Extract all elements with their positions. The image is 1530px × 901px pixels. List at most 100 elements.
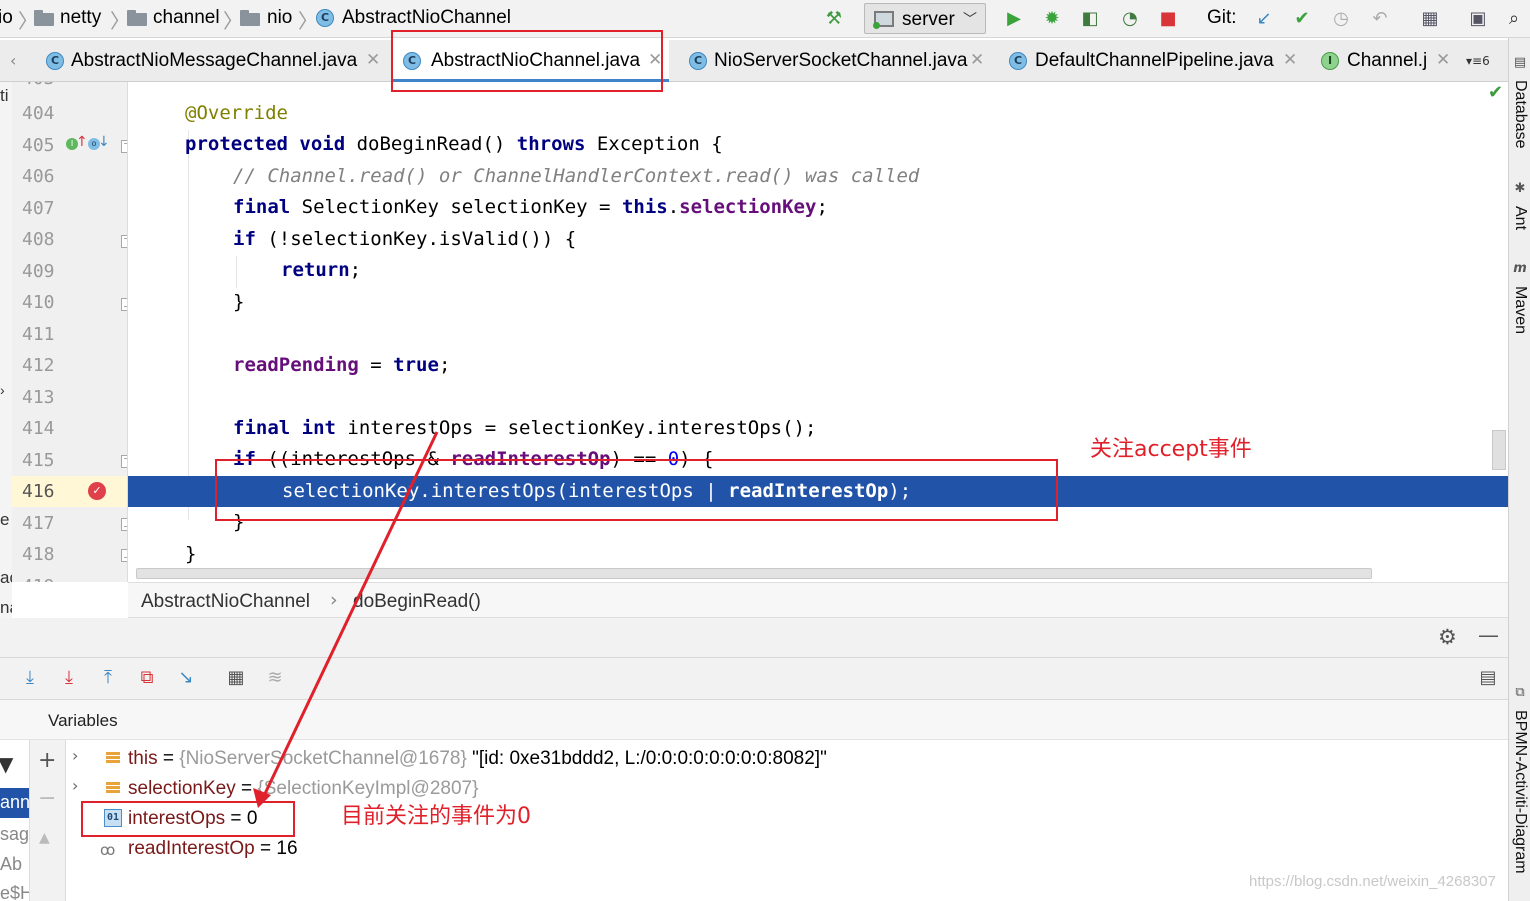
run-to-cursor-icon[interactable]: ↘	[174, 666, 198, 690]
line-number: 408	[22, 229, 55, 250]
line-number: 415	[22, 450, 55, 471]
step-out-icon[interactable]: ⤒	[96, 666, 120, 690]
variables-title: Variables	[48, 711, 118, 730]
trace-icon[interactable]: ≋	[263, 666, 287, 690]
annotation-box-interest-ops-call	[215, 459, 1058, 521]
filter-icon[interactable]: ▼	[0, 752, 13, 776]
breadcrumb-class[interactable]: AbstractNioChannel	[141, 591, 310, 613]
build-hammer-icon[interactable]: ⚒	[822, 7, 846, 31]
tab-channel[interactable]: I Channel.j ✕	[1312, 40, 1462, 82]
navigation-bar: io 〉 netty 〉 channel 〉 nio 〉 C AbstractN…	[0, 0, 1530, 38]
nav-crumb-netty[interactable]: netty	[60, 7, 101, 29]
fold-marker[interactable]	[121, 140, 127, 153]
tool-window-ant[interactable]: Ant	[1511, 206, 1529, 230]
run-config-select[interactable]: server ﹀	[864, 3, 986, 34]
variable-row-this[interactable]: › this = {NioServerSocketChannel@1678} "…	[66, 742, 1066, 772]
class-icon: C	[46, 52, 64, 70]
git-commit-icon[interactable]: ✔	[1290, 7, 1314, 31]
fold-marker[interactable]	[121, 455, 127, 468]
line-number: 413	[22, 387, 55, 408]
breakpoint-icon[interactable]: ✓	[88, 482, 106, 500]
frame-item[interactable]: e$H	[0, 883, 29, 901]
project-fragment: na	[0, 598, 12, 617]
run-icon[interactable]: ▶	[1002, 7, 1026, 31]
coverage-icon[interactable]: ◧	[1078, 7, 1102, 31]
nav-crumb-nio[interactable]: nio	[267, 7, 292, 29]
stop-icon[interactable]: ■	[1156, 7, 1180, 31]
tool-window-database[interactable]: Database	[1511, 80, 1529, 149]
frame-item-selected[interactable]: ann	[0, 788, 29, 818]
add-watch-icon[interactable]: +	[38, 748, 56, 773]
code-line-408: if (!selectionKey.isValid()) {	[233, 228, 577, 250]
tab-label: NioServerSocketChannel.java	[714, 50, 968, 71]
database-icon: ▤	[1513, 55, 1527, 70]
nav-crumb-class[interactable]: AbstractNioChannel	[342, 7, 511, 29]
close-icon[interactable]: ✕	[970, 50, 984, 70]
scroll-up-icon[interactable]: ▲	[39, 830, 50, 846]
class-icon: C	[316, 9, 334, 27]
line-number: 405	[22, 135, 55, 156]
indent-guide	[236, 256, 237, 288]
project-fragment: e	[0, 510, 10, 529]
debug-panel-header: ⚙ —	[0, 618, 1508, 658]
history-icon[interactable]: ◷	[1329, 7, 1353, 31]
folder-icon	[240, 10, 260, 26]
close-icon[interactable]: ✕	[1283, 50, 1297, 70]
structure-icon[interactable]: ▦	[1418, 7, 1442, 31]
evaluate-icon[interactable]: ▦	[224, 666, 248, 690]
close-icon[interactable]: ✕	[366, 50, 380, 70]
line-number: 414	[22, 418, 55, 439]
tab-nio-server-socket-channel[interactable]: C NioServerSocketChannel.java ✕	[680, 40, 992, 82]
variable-row-selection-key[interactable]: › selectionKey = {SelectionKeyImpl@2807}	[66, 772, 1066, 802]
nav-crumb-channel[interactable]: channel	[153, 7, 220, 29]
step-over-icon[interactable]: ⤓	[18, 666, 42, 690]
chevron-right-icon[interactable]: ›	[72, 746, 78, 765]
chevron-right-icon[interactable]: ›	[72, 776, 78, 795]
tab-overflow-count: 6	[1482, 54, 1490, 68]
layout-icon[interactable]: ▤	[1476, 666, 1500, 690]
fold-marker[interactable]	[121, 518, 127, 531]
line-number: 419	[22, 576, 55, 582]
revert-icon[interactable]: ↶	[1368, 7, 1392, 31]
implemented-arrow-icon: ↓	[98, 134, 110, 150]
line-number: 404	[22, 103, 55, 124]
fold-marker[interactable]	[121, 235, 127, 248]
tool-window-bpmn[interactable]: BPMN-Activiti-Diagram	[1511, 710, 1529, 874]
close-icon[interactable]: ✕	[1436, 50, 1450, 70]
remove-watch-icon[interactable]: −	[38, 786, 56, 811]
ant-icon: ✱	[1514, 181, 1526, 196]
minimize-icon[interactable]: —	[1478, 623, 1499, 647]
frame-item[interactable]: Ab	[0, 854, 22, 875]
nav-crumb-io[interactable]: io	[0, 7, 13, 29]
tab-scroll-left-icon[interactable]: ‹	[10, 51, 16, 70]
git-update-icon[interactable]: ↙	[1252, 7, 1276, 31]
chevron-down-icon: ﹀	[963, 11, 977, 27]
code-line-407: final SelectionKey selectionKey = this.s…	[233, 196, 828, 218]
terminal-icon[interactable]: ▣	[1466, 7, 1490, 31]
profile-icon[interactable]: ◔	[1118, 7, 1142, 31]
editor-gutter[interactable]: 403 404 405 406 407 408 409 410 411 412 …	[12, 82, 128, 582]
tool-window-maven[interactable]: Maven	[1511, 286, 1529, 334]
fold-marker[interactable]	[121, 298, 127, 311]
search-icon[interactable]: ⌕	[1502, 7, 1526, 31]
step-into-icon[interactable]: ⤓	[57, 666, 81, 690]
line-number: 410	[22, 292, 55, 313]
tab-default-channel-pipeline[interactable]: C DefaultChannelPipeline.java ✕	[1000, 40, 1305, 82]
debug-icon[interactable]: ✹	[1040, 7, 1064, 31]
tab-overflow-button[interactable]: ▾≡6	[1466, 54, 1490, 68]
drop-frame-icon[interactable]: ⧉	[135, 666, 159, 690]
vertical-scrollbar[interactable]	[1492, 430, 1506, 470]
folder-icon	[34, 10, 54, 26]
settings-gear-icon[interactable]: ⚙	[1438, 625, 1457, 649]
fold-marker[interactable]	[121, 549, 127, 562]
tab-label: Channel.j	[1347, 50, 1428, 71]
frame-item[interactable]: sag	[0, 824, 29, 845]
code-line-409: return;	[281, 259, 362, 281]
run-config-label: server	[902, 9, 955, 30]
horizontal-scrollbar[interactable]	[136, 568, 1372, 579]
breadcrumb-method[interactable]: doBeginRead()	[353, 591, 481, 613]
code-line-404: @Override	[185, 102, 288, 124]
tab-abstract-nio-message-channel[interactable]: C AbstractNioMessageChannel.java ✕	[34, 40, 386, 82]
inspection-ok-icon: ✔	[1488, 82, 1504, 103]
nav-separator: 〉	[298, 9, 318, 33]
